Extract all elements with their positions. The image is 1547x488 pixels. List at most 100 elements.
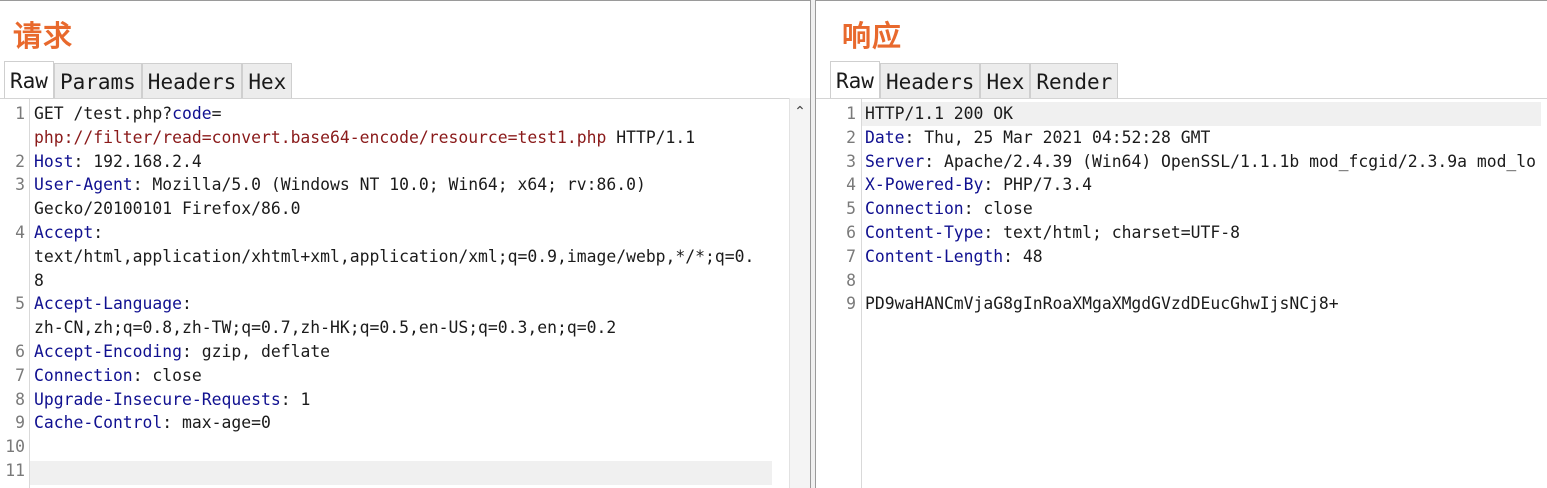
text-segment: : [93,222,104,242]
line-text: User-Agent: Mozilla/5.0 (Windows NT 10.0… [34,173,646,197]
text-segment: text/html,application/xhtml+xml,applicat… [34,246,755,266]
text-segment: : text/html; charset=UTF-8 [983,222,1240,242]
tab-hex[interactable]: Hex [980,63,1031,99]
tab-headers[interactable]: Headers [879,63,981,99]
header-name: User-Agent [34,175,133,195]
request-tabs: Raw Params Headers Hex [4,61,293,99]
tab-headers[interactable]: Headers [141,63,243,99]
text-segment: : Apache/2.4.39 (Win64) OpenSSL/1.1.1b m… [924,151,1537,171]
header-name: Accept-Encoding [34,341,183,361]
code-line: 6 Accept-Encoding: gzip, deflate [0,340,795,364]
code-line: 3 User-Agent: Mozilla/5.0 (Windows NT 10.… [0,173,795,197]
line-text: Accept-Language: [34,292,192,316]
code-line: 2 Host: 192.168.2.4 [0,150,795,174]
header-name: X-Powered-By [865,175,984,195]
request-title: 请求 [13,19,74,53]
code-line: 8 [0,269,795,293]
line-text: PD9waHANCmVjaG8gInRoaXMgaXMgdGVzdDEucGhw… [865,292,1339,316]
text-segment: 8 [34,270,44,290]
text-segment: : [182,294,192,314]
line-number: 8 [846,270,856,290]
header-name: Host [34,151,74,171]
text-segment: HTTP/1.1 [606,127,696,147]
code-line: 11 [0,459,795,483]
header-name: Date [865,127,905,147]
line-number: 4 [15,222,25,242]
line-number: 2 [846,127,856,147]
code-line: zh-CN,zh;q=0.8,zh-TW;q=0.7,zh-HK;q=0.5,e… [0,316,795,340]
line-text: Accept: [34,221,103,245]
tab-params[interactable]: Params [53,63,142,99]
header-name: Cache-Control [34,413,163,433]
line-text: text/html,application/xhtml+xml,applicat… [34,245,754,269]
code-line: 6 Content-Type: text/html; charset=UTF-8 [816,221,1547,245]
line-number: 3 [846,151,856,171]
line-text: Content-Length: 48 [865,245,1043,269]
response-editor[interactable]: 1 HTTP/1.1 200 OK 2 Date: Thu, 25 Mar 2021 … [816,98,1547,488]
line-number: 10 [5,437,25,457]
request-editor[interactable]: 1 GET /test.php?code= php://filter/read=co… [0,98,795,488]
code-line: 3 Server: Apache/2.4.39 (Win64) OpenSSL/1… [816,150,1547,174]
code-line: Gecko/20100101 Firefox/86.0 [0,197,795,221]
line-text: X-Powered-By: PHP/7.3.4 [865,173,1092,197]
text-segment: : close [963,199,1033,219]
code-line: 10 [0,435,795,459]
text-segment: PD9waHANCmVjaG8gInRoaXMgaXMgdGVzdDEucGhw… [865,294,1339,314]
text-segment: : PHP/7.3.4 [983,175,1092,195]
line-text: php://filter/read=convert.base64-encode/… [34,126,695,150]
code-line: 5 Connection: close [816,197,1547,221]
line-number: 5 [15,294,25,314]
code-line: 1 GET /test.php?code= [0,102,795,126]
line-text: GET /test.php?code= [34,102,222,126]
text-segment: : max-age=0 [162,413,271,433]
request-scrollbar[interactable]: ⌃ [789,98,810,488]
response-panel: 响应 Raw Headers Hex Render 1 HTTP/1.1 200 … [815,0,1547,488]
request-panel: 请求 Raw Params Headers Hex 1 GET /test.php… [0,0,811,488]
text-segment: HTTP/1.1 200 OK [865,104,1014,123]
code-line: 4 Accept: [0,221,795,245]
header-name: Accept-Language [34,294,183,314]
text-segment: : 1 [280,389,311,409]
line-number: 11 [5,460,25,480]
code-line: 7 Content-Length: 48 [816,245,1547,269]
tab-raw[interactable]: Raw [830,61,880,99]
line-text: Host: 192.168.2.4 [34,150,202,174]
code-line: 5 Accept-Language: [0,292,795,316]
line-number: 8 [15,389,25,409]
header-name: code [172,104,212,123]
line-number: 1 [846,104,856,123]
text-segment: : gzip, deflate [182,341,331,361]
text-segment: zh-CN,zh;q=0.8,zh-TW;q=0.7,zh-HK;q=0.5,e… [34,318,617,338]
header-name: Connection [34,365,133,385]
line-number: 6 [15,341,25,361]
chevron-up-icon[interactable]: ⌃ [790,104,810,120]
request-code: 1 GET /test.php?code= php://filter/read=co… [0,102,795,483]
text-segment: : Thu, 25 Mar 2021 04:52:28 GMT [904,127,1211,147]
tab-render[interactable]: Render [1030,63,1119,99]
tab-raw[interactable]: Raw [4,61,54,99]
header-name: Content-Length [865,246,1004,266]
tab-hex[interactable]: Hex [242,63,293,99]
line-number: 5 [846,199,856,219]
line-text: Accept-Encoding: gzip, deflate [34,340,330,364]
line-text: Cache-Control: max-age=0 [34,411,271,435]
text-segment: = [211,104,222,123]
line-text: Connection: close [34,364,202,388]
line-number: 9 [15,413,25,433]
line-number: 9 [846,294,856,314]
response-title: 响应 [842,19,903,53]
line-text: 8 [34,269,44,293]
code-line: 1 HTTP/1.1 200 OK [816,102,1547,126]
header-name: Content-Type [865,222,984,242]
line-text: Date: Thu, 25 Mar 2021 04:52:28 GMT [865,126,1210,150]
response-code: 1 HTTP/1.1 200 OK 2 Date: Thu, 25 Mar 2021 … [816,102,1547,316]
code-line: text/html,application/xhtml+xml,applicat… [0,245,795,269]
header-name: Server [865,151,925,171]
line-text: Gecko/20100101 Firefox/86.0 [34,197,300,221]
text-segment: : Mozilla/5.0 (Windows NT 10.0; Win64; x… [132,175,646,195]
line-number: 6 [846,222,856,242]
text-segment: : close [132,365,202,385]
line-text: Content-Type: text/html; charset=UTF-8 [865,221,1240,245]
header-name: Connection [865,199,964,219]
line-number: 1 [15,104,25,123]
